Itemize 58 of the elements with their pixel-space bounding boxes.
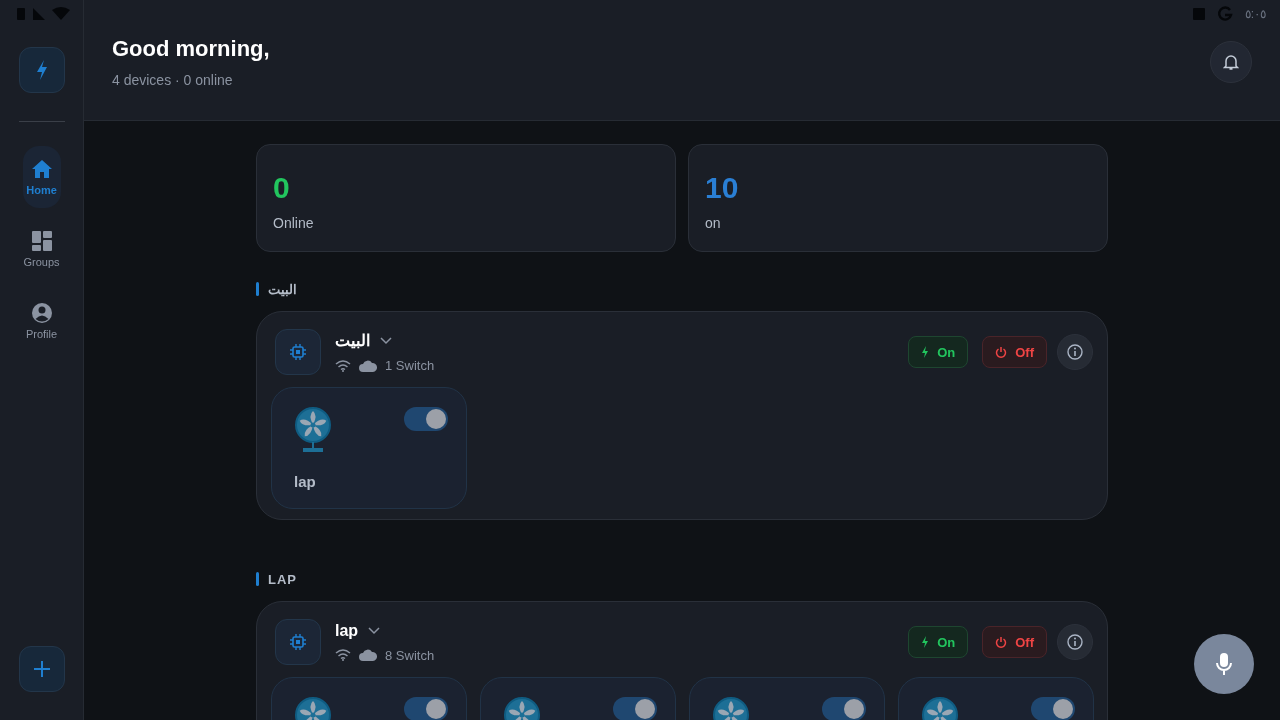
all-off-button[interactable]: Off <box>982 626 1047 658</box>
wifi-icon <box>335 359 351 372</box>
toggle-switch[interactable] <box>822 697 866 720</box>
cloud-icon <box>359 649 377 661</box>
nav-item[interactable]: Profile <box>22 290 61 352</box>
nav-item[interactable]: Home <box>22 146 61 208</box>
bell-icon <box>1223 53 1239 71</box>
plus-icon <box>32 660 51 678</box>
all-on-button[interactable]: On <box>908 626 969 658</box>
device-summary: 4 devices · 0 online <box>112 72 234 88</box>
info-icon <box>1067 344 1083 360</box>
power-icon <box>995 346 1008 358</box>
chevron-down-icon[interactable] <box>368 626 381 635</box>
info-icon <box>1067 634 1083 650</box>
app-logo[interactable] <box>18 47 65 93</box>
switch-count: 1 Switch <box>385 358 435 373</box>
group-name: lap <box>335 621 359 640</box>
cloud-icon <box>359 359 377 372</box>
all-on-button[interactable]: On <box>908 336 969 368</box>
section-title: LAP <box>268 571 297 587</box>
toggle-switch[interactable] <box>404 407 448 431</box>
chevron-down-icon[interactable] <box>380 336 392 345</box>
device-name: lap <box>294 473 317 490</box>
greeting-title: Good morning, <box>112 36 270 62</box>
bolt-icon <box>921 346 930 358</box>
info-button[interactable] <box>1057 624 1093 660</box>
battery-icon <box>16 7 26 21</box>
toggle-switch[interactable] <box>613 697 657 720</box>
bolt-icon <box>921 636 930 648</box>
switch-count: 8 Switch <box>385 647 435 663</box>
info-button[interactable] <box>1057 334 1093 370</box>
chip-icon <box>275 619 321 665</box>
notifications-button[interactable] <box>1210 41 1252 83</box>
user-icon <box>30 302 53 324</box>
all-off-button[interactable]: Off <box>982 336 1047 368</box>
section-title: البيت <box>268 281 297 297</box>
add-button[interactable] <box>18 646 65 692</box>
fan-icon <box>294 406 332 454</box>
nav-item[interactable]: Groups <box>22 218 61 280</box>
google-icon <box>1216 6 1233 22</box>
signal-icon <box>32 7 46 21</box>
wifi-icon <box>335 649 351 661</box>
toggle-switch[interactable] <box>1031 697 1075 720</box>
stat-label: Online <box>273 215 315 231</box>
microphone-icon <box>1215 652 1233 676</box>
stat-value: 10 <box>705 171 740 205</box>
status-time: ٥:٠٥ <box>1244 7 1266 21</box>
chip-icon <box>275 329 321 375</box>
device-tile[interactable]: lap <box>271 387 467 509</box>
home-icon <box>30 158 53 180</box>
power-icon <box>995 636 1008 648</box>
stat-label: on <box>705 215 722 231</box>
stat-value: 0 <box>273 171 291 205</box>
microphone-button[interactable] <box>1194 634 1254 694</box>
toggle-switch[interactable] <box>404 697 448 720</box>
grid-icon <box>30 230 53 252</box>
wifi-icon <box>52 7 70 21</box>
group-name: البيت <box>335 331 370 350</box>
